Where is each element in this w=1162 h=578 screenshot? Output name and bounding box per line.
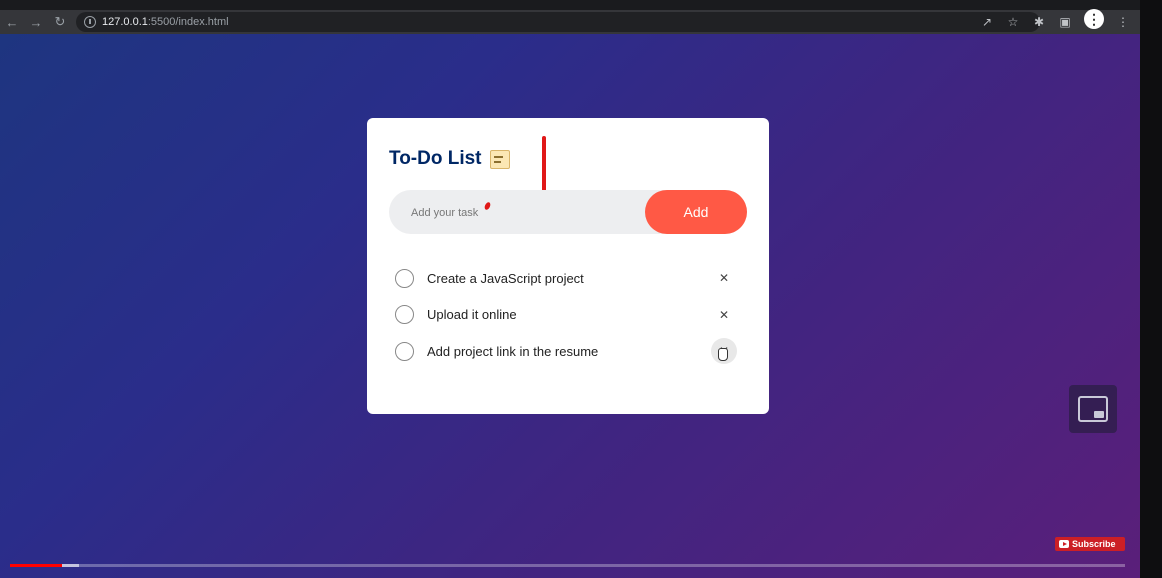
list-item[interactable]: Add project link in the resume ✕ [395, 333, 747, 370]
close-icon[interactable]: ✕ [711, 338, 737, 365]
unchecked-circle-icon[interactable] [395, 341, 414, 361]
close-icon[interactable]: ✕ [711, 265, 737, 291]
address-bar[interactable]: 127.0.0.1:5500/index.html [76, 12, 1040, 32]
subscribe-button[interactable]: Subscribe [1055, 537, 1125, 551]
share-icon[interactable]: ↗ [980, 15, 994, 29]
pip-icon [1078, 396, 1108, 422]
close-icon[interactable]: ✕ [711, 302, 737, 328]
hand-cursor-icon [718, 348, 728, 362]
extensions-icon[interactable]: ✱ [1032, 15, 1046, 29]
task-text: Create a JavaScript project [427, 270, 584, 286]
back-arrow-icon[interactable]: ← [0, 10, 24, 34]
side-panel-icon[interactable]: ▣ [1058, 15, 1072, 29]
reload-icon[interactable]: ↻ [48, 10, 72, 34]
profile-avatar[interactable]: ⋮ [1084, 9, 1104, 29]
unchecked-circle-icon[interactable] [395, 268, 414, 288]
todo-card: To-Do List Add Create a JavaScript proje… [367, 118, 769, 414]
task-text: Add project link in the resume [427, 343, 599, 359]
note-icon [489, 149, 510, 169]
url-text: 127.0.0.1:5500/index.html [102, 16, 229, 28]
right-edge-strip [1140, 0, 1162, 578]
unchecked-circle-icon[interactable] [395, 305, 414, 325]
browser-tab-strip [0, 0, 1140, 10]
task-list: Create a JavaScript project ✕ Upload it … [395, 260, 747, 370]
picture-in-picture-button[interactable] [1069, 385, 1117, 433]
video-progress-bar[interactable] [10, 564, 1125, 567]
add-button[interactable]: Add [645, 190, 747, 234]
page-title: To-Do List [389, 148, 510, 170]
list-item[interactable]: Upload it online ✕ [395, 297, 747, 334]
forward-arrow-icon[interactable]: → [24, 10, 48, 34]
site-info-icon[interactable] [84, 16, 96, 28]
browser-toolbar: ← → ↻ 127.0.0.1:5500/index.html ↗ ☆ ✱ ▣ … [0, 9, 1140, 34]
page-background: To-Do List Add Create a JavaScript proje… [0, 34, 1140, 578]
task-input[interactable] [409, 190, 643, 236]
youtube-play-icon [1059, 540, 1069, 548]
list-item[interactable]: Create a JavaScript project ✕ [395, 260, 747, 297]
task-input-row: Add [389, 190, 747, 236]
task-text: Upload it online [427, 307, 517, 323]
progress-played [10, 564, 63, 567]
progress-buffered [62, 564, 80, 567]
menu-kebab-icon[interactable]: ⋮ [1116, 15, 1130, 29]
star-icon[interactable]: ☆ [1006, 15, 1020, 29]
